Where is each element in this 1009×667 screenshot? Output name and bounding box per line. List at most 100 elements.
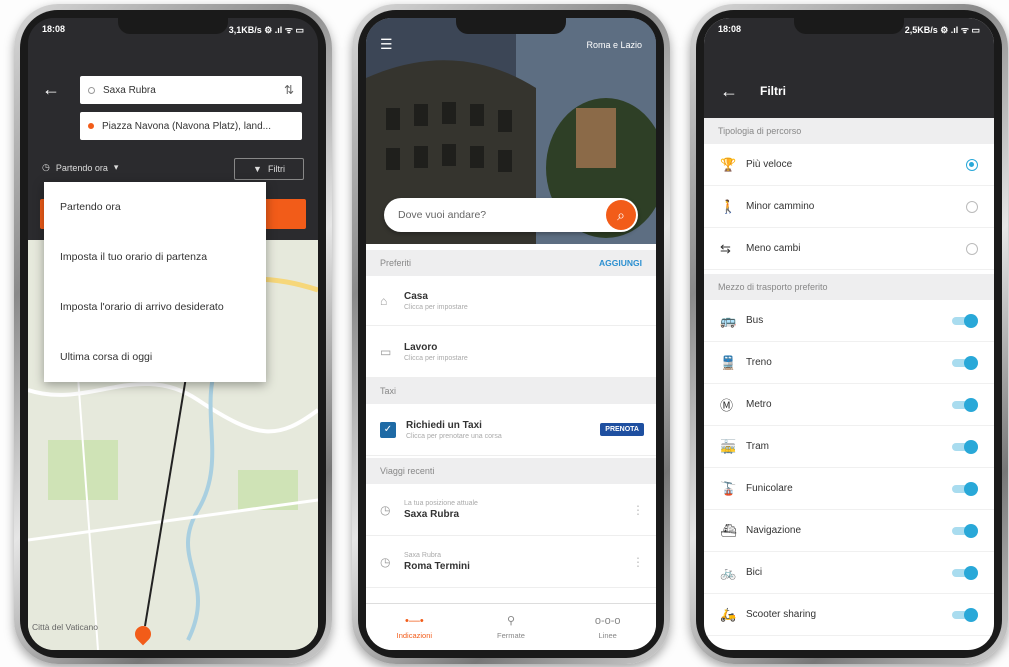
route-option-label: Meno cambi [746, 243, 801, 254]
dropdown-option[interactable]: Ultima corsa di oggi [44, 332, 266, 382]
recent-trip[interactable]: ◷ La tua posizione attuale Saxa Rubra ⋮ [366, 484, 656, 536]
taxi-header: Taxi [366, 378, 656, 404]
metro-toggle[interactable] [952, 397, 978, 412]
phone-home: ☰ Roma e Lazio Dove vuoi andare? ⌕ Prefe… [352, 4, 670, 664]
favorite-title: Casa [404, 290, 428, 302]
recent-trip-to: Roma Termini [404, 560, 470, 572]
search-input[interactable]: Dove vuoi andare? ⌕ [384, 198, 638, 232]
taxi-title: Richiedi un Taxi [406, 419, 482, 431]
status-time: 18:08 [42, 24, 66, 34]
boat-toggle[interactable] [952, 523, 978, 538]
transport-bike[interactable]: 🚲 Bici [704, 552, 994, 594]
route-option-fewer-changes[interactable]: ⇆ Meno cambi [704, 228, 994, 270]
transport-metro[interactable]: Ⓜ Metro [704, 384, 994, 426]
transport-label: Navigazione [746, 525, 802, 536]
walk-icon: 🚶 [720, 198, 737, 214]
nav-directions[interactable]: •—• Indicazioni [366, 604, 463, 650]
transport-label: Bici [746, 567, 763, 578]
nav-label: Linee [598, 630, 617, 640]
phone-directions: 18:08 3,1KB/s ⚙ .ıl ᯤ ▭ ← Saxa Rubra ⇅ P… [14, 4, 332, 664]
filters-button-label: Filtri [267, 164, 285, 174]
history-icon: ◷ [380, 554, 391, 569]
filters-screen: 18:08 2,5KB/s ⚙ .ıl ᯤ ▭ ← Filtri Tipolog… [704, 18, 994, 650]
recent-trip[interactable]: ◷ Saxa Rubra Roma Termini ⋮ [366, 536, 656, 588]
transport-bus[interactable]: 🚌 Bus [704, 300, 994, 342]
favorites-header-label: Preferiti [380, 258, 412, 268]
status-time: 18:08 [718, 24, 742, 34]
dropdown-option[interactable]: Partendo ora [44, 182, 266, 232]
recent-trip-to: Saxa Rubra [404, 508, 460, 520]
transport-boat[interactable]: ⛴ Navigazione [704, 510, 994, 552]
route-option-least-walking[interactable]: 🚶 Minor cammino [704, 186, 994, 228]
back-arrow-icon[interactable]: ← [720, 82, 738, 100]
region-selector[interactable]: Roma e Lazio [586, 40, 642, 50]
favorite-subtitle: Clicca per impostare [404, 303, 468, 311]
route-option-fastest[interactable]: 🏆 Più veloce [704, 144, 994, 186]
home-icon: ⌂ [380, 293, 388, 308]
more-options-icon[interactable]: ⋮ [632, 555, 644, 569]
book-taxi-button[interactable]: PRENOTA [600, 423, 644, 436]
departure-time-selector[interactable]: ◷ Partendo ora ▾ [42, 162, 118, 173]
origin-field[interactable]: Saxa Rubra ⇅ [80, 76, 302, 104]
status-icons: 2,5KB/s ⚙ .ıl ᯤ ▭ [904, 24, 980, 35]
nav-label: Fermate [497, 631, 525, 640]
boat-icon: ⛴ [720, 522, 737, 538]
recent-trip-from: Saxa Rubra [404, 551, 441, 559]
taxi-icon: ✓ [380, 421, 396, 438]
directions-icon: •—• [404, 614, 424, 627]
transport-funicular[interactable]: 🚡 Funicolare [704, 468, 994, 510]
radio-selected[interactable] [966, 158, 978, 171]
search-icon[interactable]: ⌕ [606, 200, 636, 230]
favorite-home[interactable]: ⌂ Casa Clicca per impostare [366, 276, 656, 326]
nav-stops[interactable]: ⚲ Fermate [463, 604, 560, 650]
origin-text: Saxa Rubra [103, 84, 156, 96]
swap-icon[interactable]: ⇅ [284, 83, 294, 97]
lines-icon: o-o-o [594, 614, 621, 627]
radio-unselected[interactable] [966, 242, 978, 255]
taxi-row[interactable]: ✓ Richiedi un Taxi Clicca per prenotare … [366, 404, 656, 456]
stop-icon: ⚲ [506, 615, 516, 627]
filters-button[interactable]: ▼ Filtri [234, 158, 304, 180]
radio-unselected[interactable] [966, 200, 978, 213]
scooter-icon: 🛵 [720, 606, 737, 622]
phone-notch [118, 18, 228, 34]
transport-scooter[interactable]: 🛵 Scooter sharing [704, 594, 994, 636]
nav-lines[interactable]: o-o-o Linee [559, 604, 656, 650]
departure-dropdown: Partendo ora Imposta il tuo orario di pa… [44, 182, 266, 382]
dropdown-option[interactable]: Imposta il tuo orario di partenza [44, 232, 266, 282]
dropdown-option[interactable]: Imposta l'orario di arrivo desiderato [44, 282, 266, 332]
bike-icon: 🚲 [720, 564, 737, 580]
metro-icon: Ⓜ [720, 398, 734, 413]
recent-trips-label: Viaggi recenti [380, 466, 435, 476]
transfer-icon: ⇆ [720, 240, 731, 256]
favorite-work[interactable]: ▭ Lavoro Clicca per impostare [366, 326, 656, 378]
directions-screen: 18:08 3,1KB/s ⚙ .ıl ᯤ ▭ ← Saxa Rubra ⇅ P… [28, 18, 318, 650]
transport-label: Bus [746, 315, 764, 326]
page-title: Filtri [760, 84, 786, 98]
route-option-label: Minor cammino [746, 201, 815, 212]
destination-text: Piazza Navona (Navona Platz), land... [102, 120, 271, 132]
bike-toggle[interactable] [952, 565, 978, 580]
back-arrow-icon[interactable]: ← [42, 80, 60, 98]
transport-label: Tram [746, 441, 769, 452]
train-icon: 🚆 [720, 354, 737, 370]
funicular-toggle[interactable] [952, 481, 978, 496]
taxi-header-label: Taxi [380, 386, 397, 396]
tram-icon: 🚋 [720, 438, 737, 454]
train-toggle[interactable] [952, 355, 978, 370]
transport-train[interactable]: 🚆 Treno [704, 342, 994, 384]
route-type-label: Tipologia di percorso [718, 126, 802, 136]
funicular-icon: 🚡 [720, 480, 737, 496]
destination-dot-icon [88, 123, 94, 129]
route-option-label: Più veloce [746, 159, 793, 170]
transport-tram[interactable]: 🚋 Tram [704, 426, 994, 468]
trophy-icon: 🏆 [720, 156, 737, 172]
taxi-subtitle: Clicca per prenotare una corsa [406, 432, 502, 440]
tram-toggle[interactable] [952, 439, 978, 454]
bus-toggle[interactable] [952, 313, 978, 328]
more-options-icon[interactable]: ⋮ [632, 503, 644, 517]
scooter-toggle[interactable] [952, 607, 978, 622]
add-favorite-button[interactable]: AGGIUNGI [599, 258, 642, 268]
departure-time-label: Partendo ora [55, 162, 108, 173]
destination-field[interactable]: Piazza Navona (Navona Platz), land... [80, 112, 302, 140]
